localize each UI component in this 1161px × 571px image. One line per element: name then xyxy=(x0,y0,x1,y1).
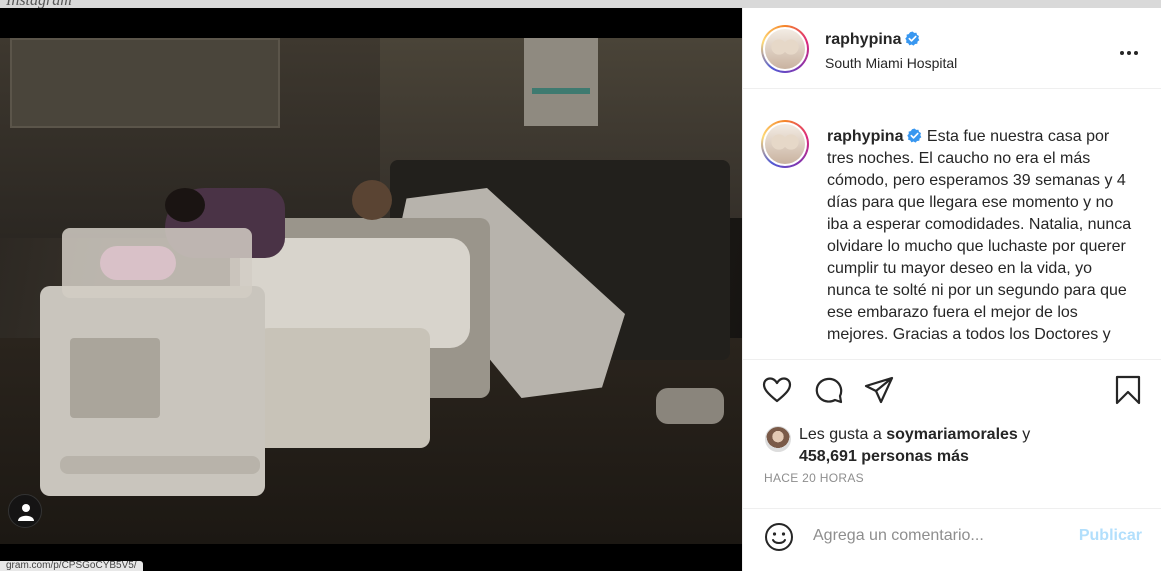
caption-username[interactable]: raphypina xyxy=(827,128,903,145)
post-media-pane xyxy=(0,8,742,571)
post-caption: raphypina Esta fue nuestra casa por tres… xyxy=(827,126,1137,346)
browser-status-url: gram.com/p/CPSGoCYB5V5/ xyxy=(0,561,143,571)
post-header: raphypina South Miami Hospital xyxy=(743,8,1161,89)
paper-plane-icon[interactable] xyxy=(863,374,895,406)
publish-button[interactable]: Publicar xyxy=(1079,527,1142,545)
author-name-line: raphypina xyxy=(825,31,920,49)
likes-line: Les gusta a soymariamorales y xyxy=(799,426,1030,444)
liker-username[interactable]: soymariamorales xyxy=(886,426,1018,443)
likes-summary: Les gusta a soymariamorales y 458,691 pe… xyxy=(743,416,1161,472)
verified-badge-icon xyxy=(905,31,920,46)
likes-suffix: y xyxy=(1022,426,1031,443)
photo-father xyxy=(352,180,392,220)
comment-input[interactable] xyxy=(813,523,1063,549)
liker-avatar[interactable] xyxy=(765,426,791,452)
photo-bed-rail xyxy=(240,328,430,448)
heart-icon[interactable] xyxy=(761,374,793,406)
photo-wall-poster xyxy=(524,38,598,126)
emoji-icon[interactable] xyxy=(763,521,795,553)
photo-slippers xyxy=(656,388,724,424)
user-tag-icon xyxy=(18,504,34,521)
browser-top-strip: Instagram xyxy=(0,0,1161,9)
likes-count[interactable]: 458,691 personas más xyxy=(799,448,969,466)
more-options-icon[interactable] xyxy=(1120,42,1142,55)
photo-cart-base xyxy=(60,456,260,474)
likes-prefix: Les gusta a xyxy=(799,426,882,443)
author-username[interactable]: raphypina xyxy=(825,31,901,48)
photo-cart-drawer xyxy=(70,338,160,418)
post-photo[interactable] xyxy=(0,38,742,544)
user-tag-button[interactable] xyxy=(8,494,42,528)
author-avatar[interactable] xyxy=(761,25,809,73)
comment-bar: Publicar xyxy=(743,508,1161,571)
photo-newborn xyxy=(100,246,176,280)
verified-badge-icon xyxy=(907,128,922,143)
post-actions xyxy=(743,368,1161,412)
post-sidebar: raphypina South Miami Hospital raphypina… xyxy=(742,8,1161,571)
caption-scroll-area[interactable]: raphypina Esta fue nuestra casa por tres… xyxy=(743,90,1161,360)
caption-author-avatar[interactable] xyxy=(761,120,809,168)
post-timestamp[interactable]: HACE 20 HORAS xyxy=(764,471,864,485)
comment-icon[interactable] xyxy=(813,374,845,406)
bookmark-icon[interactable] xyxy=(1112,374,1144,406)
post-location[interactable]: South Miami Hospital xyxy=(825,55,957,71)
caption-text: Esta fue nuestra casa por tres noches. E… xyxy=(827,128,1132,343)
photo-cabinet xyxy=(10,38,280,128)
